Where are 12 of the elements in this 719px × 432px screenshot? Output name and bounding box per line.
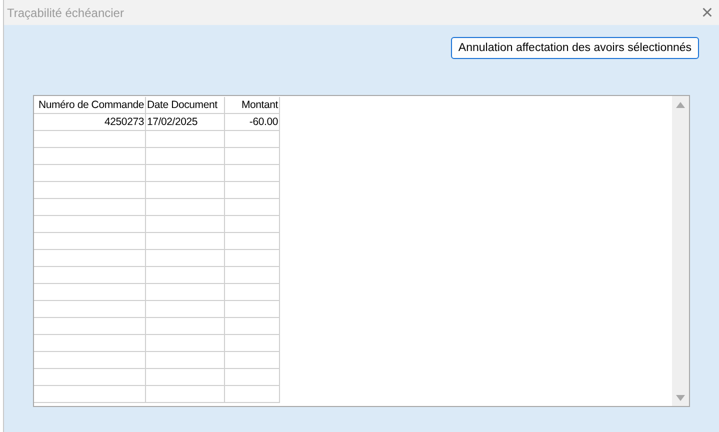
table-cell: 4250273 xyxy=(34,114,146,130)
column-header[interactable]: Numéro de Commande xyxy=(34,97,146,113)
table-cell: 17/02/2025 xyxy=(146,114,225,130)
column-header[interactable]: Montant xyxy=(225,97,280,113)
scroll-up-icon[interactable] xyxy=(676,102,685,108)
scroll-down-icon[interactable] xyxy=(676,395,685,401)
scrollbar[interactable] xyxy=(672,96,689,406)
close-button[interactable]: × xyxy=(701,2,713,22)
table-cell: -60.00 xyxy=(225,114,280,130)
cancel-assignment-button[interactable]: Annulation affectation des avoirs sélectionnés xyxy=(451,37,699,59)
window-title: Traçabilité échéancier xyxy=(7,6,124,20)
column-header[interactable]: Date Document xyxy=(146,97,225,113)
